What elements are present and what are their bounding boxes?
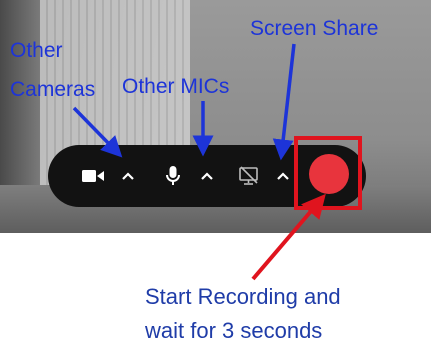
start-recording-instruction-line1: Start Recording and (145, 284, 341, 309)
arrow-start-recording (251, 193, 326, 281)
start-recording-instruction-line2: wait for 3 seconds (145, 318, 323, 343)
other-cameras-label-line1: Other (10, 39, 63, 62)
arrow-other-cameras (72, 106, 123, 158)
screen-share-label: Screen Share (250, 17, 379, 40)
other-mics-label: Other MICs (122, 75, 230, 98)
other-cameras-label-line2: Cameras (10, 78, 96, 101)
arrow-screen-share (272, 43, 296, 161)
